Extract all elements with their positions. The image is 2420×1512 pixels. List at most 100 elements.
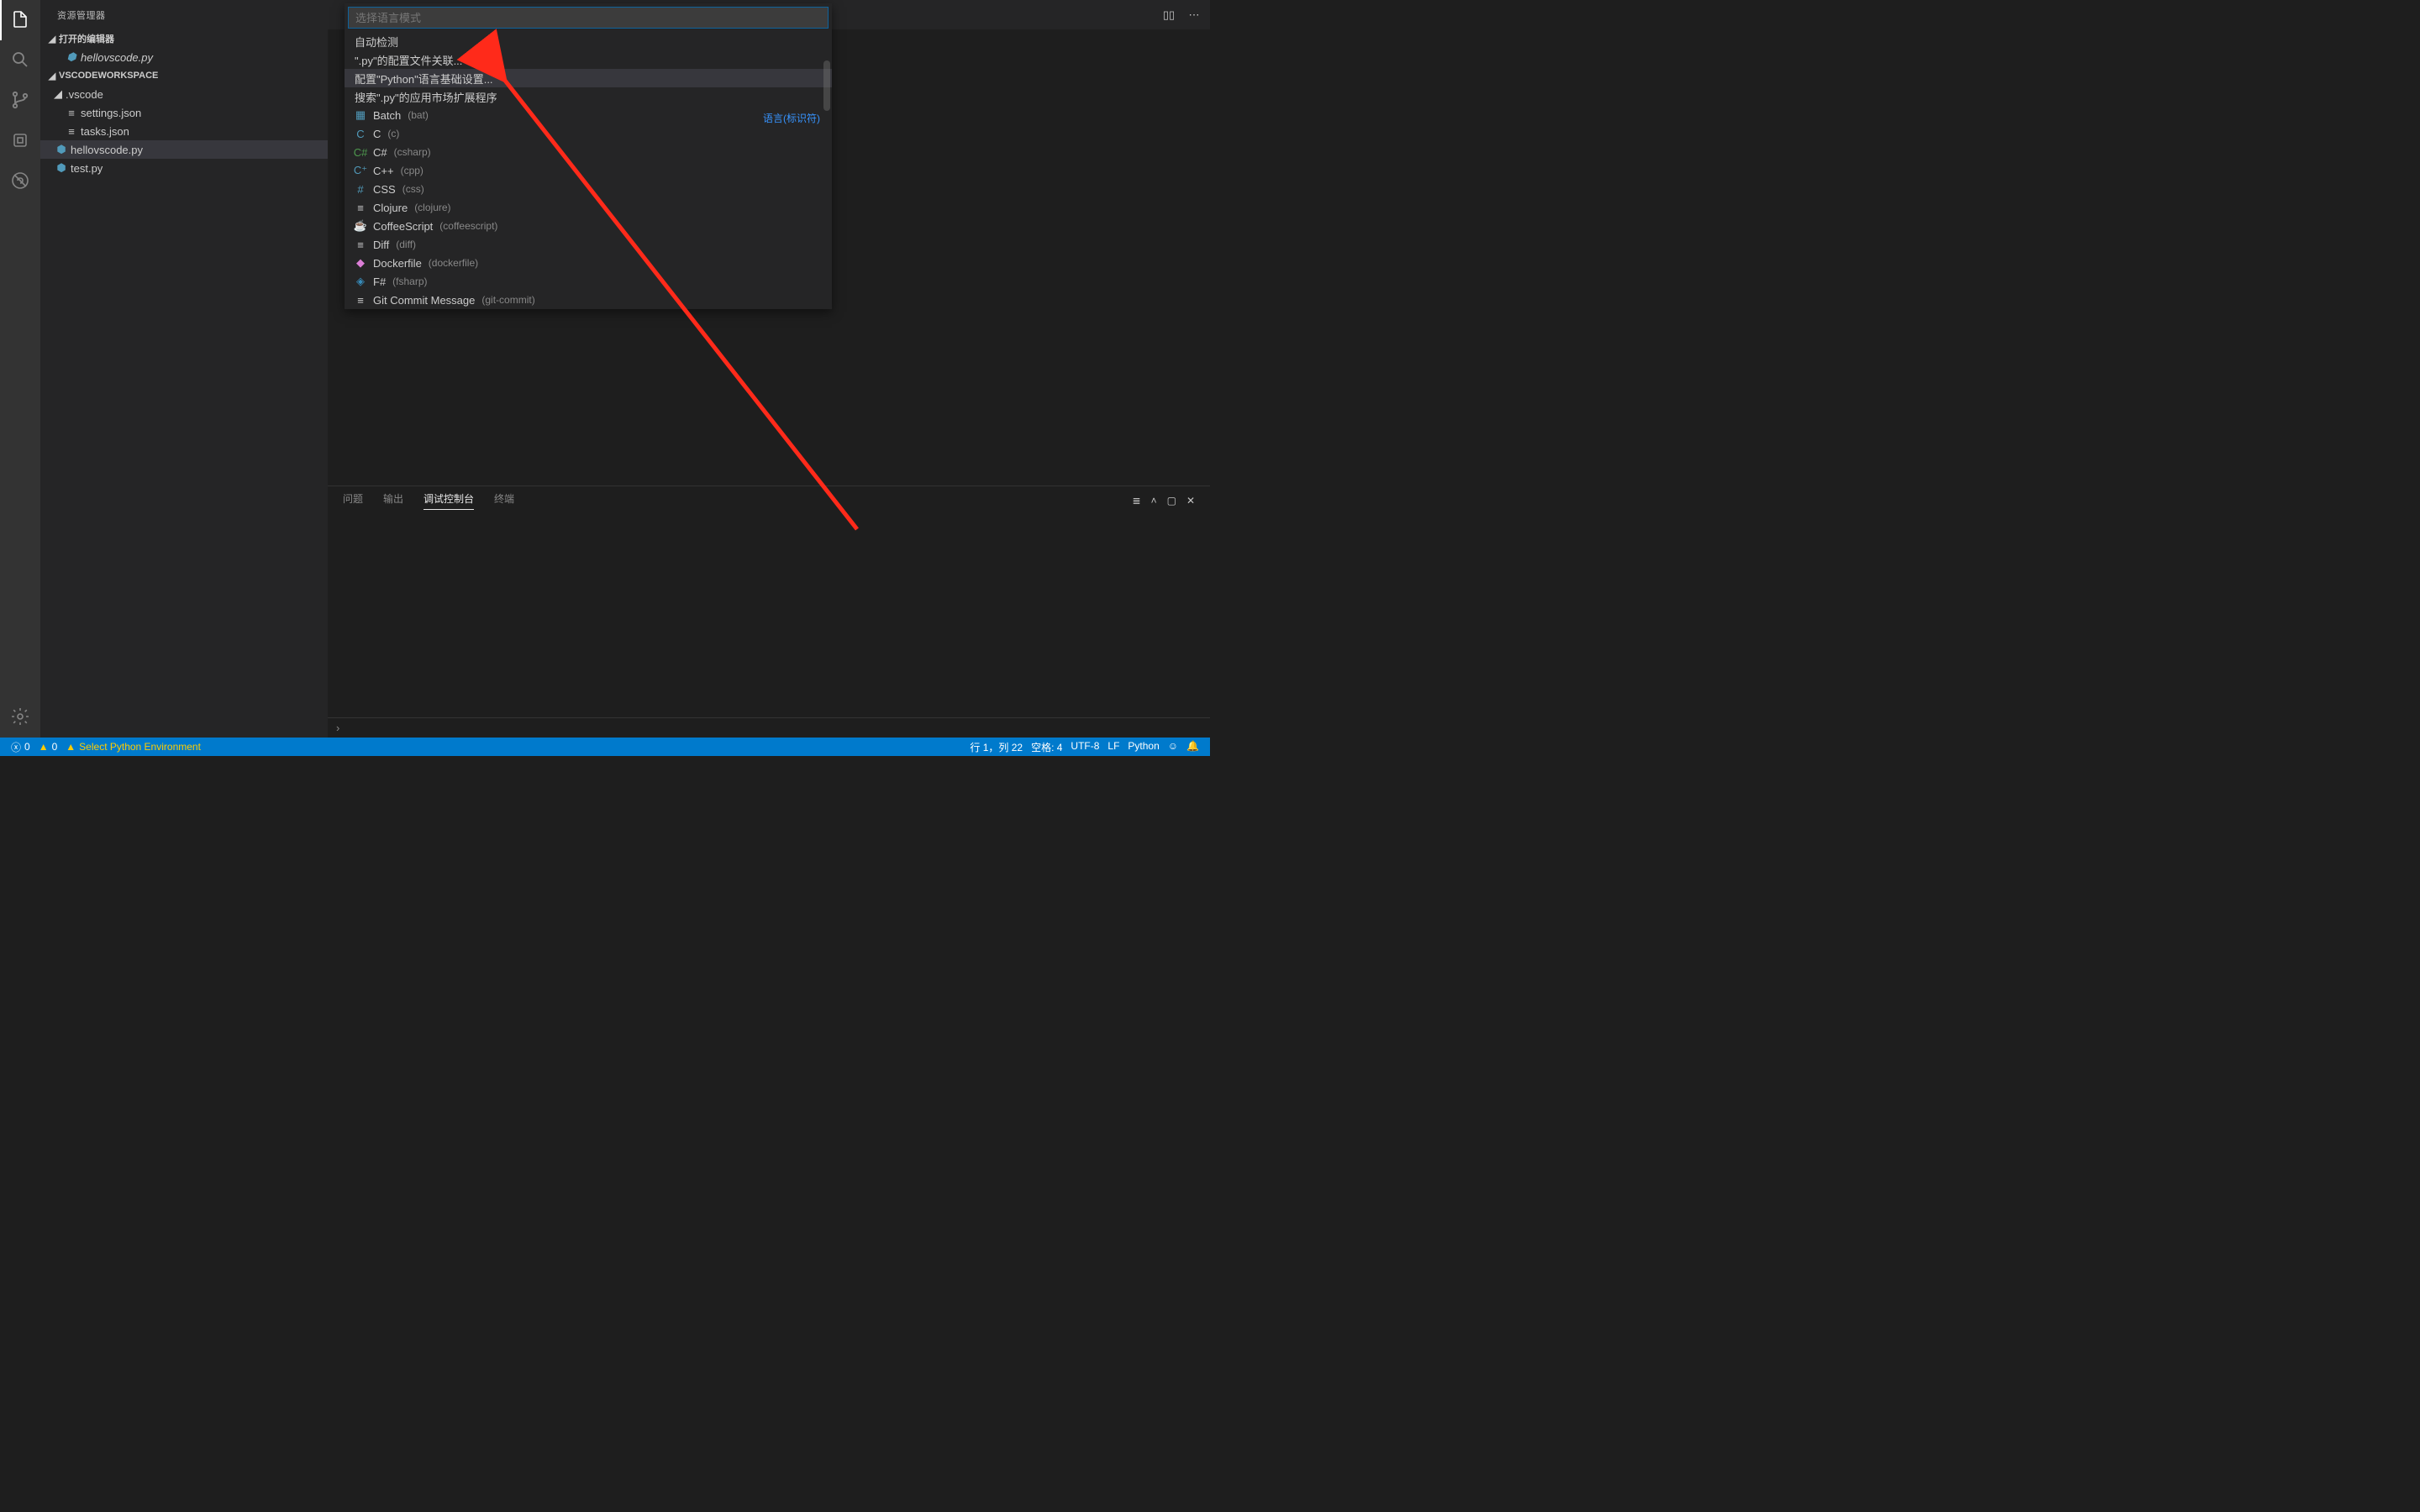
lang-name: Git Commit Message	[373, 294, 475, 307]
lang-name: C#	[373, 146, 387, 159]
lang-name: F#	[373, 276, 386, 288]
status-eol[interactable]: LF	[1103, 740, 1123, 752]
more-icon: ⋯	[1189, 8, 1200, 22]
env-label: Select Python Environment	[79, 741, 201, 753]
open-editors-label: 打开的编辑器	[59, 32, 114, 45]
lang-id: (clojure)	[414, 202, 450, 213]
status-spaces[interactable]: 空格: 4	[1027, 740, 1066, 754]
qp-lang-dockerfile[interactable]: ◆Dockerfile(dockerfile)	[345, 254, 832, 272]
file-name: test.py	[71, 162, 103, 175]
git-branch-icon	[10, 90, 30, 113]
debug-console-body[interactable]	[328, 514, 1210, 717]
tree-file-tasks[interactable]: ≡tasks.json	[40, 122, 328, 140]
tree-file-settings[interactable]: ≡settings.json	[40, 103, 328, 122]
panel-close-button[interactable]: ✕	[1186, 495, 1195, 507]
quick-pick-scrollbar[interactable]	[823, 60, 830, 111]
qp-lang-css[interactable]: #CSS(css)	[345, 180, 832, 198]
tree-file-hellovscode[interactable]: ⬢hellovscode.py	[40, 140, 328, 159]
qp-lang-bat[interactable]: ▦Batch(bat)	[345, 106, 832, 124]
lang-id: (cpp)	[401, 165, 424, 176]
json-file-icon: ≡	[64, 125, 79, 138]
chevron-up-icon: ˄	[1151, 495, 1157, 507]
workspace-header[interactable]: ◢VSCODEWORKSPACE	[40, 66, 328, 85]
qp-lang-clojure[interactable]: ≡ Clojure (clojure)	[345, 198, 832, 217]
panel-maximize-button[interactable]: ▢	[1167, 495, 1176, 507]
file-name: hellovscode.py	[71, 144, 143, 156]
qp-lang-cpp[interactable]: C⁺C++(cpp)	[345, 161, 832, 180]
warning-icon: ▲	[39, 741, 49, 753]
lang-icon: C⁺	[355, 164, 366, 177]
lang-icon: ≡	[355, 202, 366, 214]
file-name: tasks.json	[81, 125, 129, 138]
chevron-down-icon: ◢	[47, 34, 57, 45]
status-warnings[interactable]: ▲0	[34, 738, 62, 756]
lang-icon: ☕	[355, 219, 366, 233]
lang-id: (fsharp)	[392, 276, 427, 287]
lang-icon: #	[355, 183, 366, 196]
error-count: 0	[24, 741, 30, 753]
panel-tab-problems[interactable]: 问题	[343, 491, 363, 509]
more-actions-button[interactable]: ⋯	[1185, 6, 1203, 24]
lang-icon: C#	[355, 146, 366, 159]
panel-tab-output[interactable]: 输出	[383, 491, 403, 509]
activity-search[interactable]	[0, 40, 40, 81]
activity-settings[interactable]	[0, 697, 40, 738]
status-language[interactable]: Python	[1123, 740, 1163, 752]
open-editors-header[interactable]: ◢打开的编辑器	[40, 29, 328, 48]
maximize-icon: ▢	[1167, 495, 1176, 507]
activity-explorer[interactable]	[0, 0, 40, 40]
qp-lang-csharp[interactable]: C#C#(csharp)	[345, 143, 832, 161]
lang-name: Diff	[373, 239, 389, 251]
qp-section-label: 语言(标识符)	[763, 111, 820, 125]
qp-item-file-assoc[interactable]: ".py"的配置文件关联...	[345, 50, 832, 69]
python-file-icon: ⬢	[54, 161, 69, 175]
python-file-icon: ⬢	[54, 143, 69, 156]
lang-name: CoffeeScript	[373, 220, 433, 233]
filter-icon: ≣	[1133, 495, 1141, 507]
status-python-env[interactable]: ▲Select Python Environment	[61, 738, 205, 756]
qp-lang-diff[interactable]: ≡Diff(diff)	[345, 235, 832, 254]
qp-lang-git-commit[interactable]: ≡Git Commit Message(git-commit)	[345, 291, 832, 309]
lang-id: (css)	[402, 183, 424, 195]
bell-icon: 🔔	[1186, 740, 1199, 752]
tree-folder-vscode[interactable]: ◢.vscode	[40, 85, 328, 103]
qp-lang-coffeescript[interactable]: ☕CoffeeScript(coffeescript)	[345, 217, 832, 235]
qp-lang-fsharp[interactable]: ◈F#(fsharp)	[345, 272, 832, 291]
status-errors[interactable]: ⓧ0	[7, 738, 34, 756]
lang-icon: ≡	[355, 294, 366, 307]
qp-item-search-ext[interactable]: 搜索".py"的应用市场扩展程序	[345, 87, 832, 106]
debug-icon	[10, 130, 30, 153]
split-icon: ▯▯	[1163, 8, 1175, 22]
tree-file-test[interactable]: ⬢test.py	[40, 159, 328, 177]
qp-lang-c[interactable]: CC(c)	[345, 124, 832, 143]
panel-filter-button[interactable]: ≣	[1133, 495, 1141, 507]
lang-id: (c)	[387, 128, 399, 139]
qp-item-autodetect[interactable]: 自动检测	[345, 32, 832, 50]
bug-disabled-icon	[10, 171, 30, 193]
activity-source-control[interactable]	[0, 81, 40, 121]
json-file-icon: ≡	[64, 107, 79, 119]
smiley-icon: ☺	[1168, 740, 1178, 752]
split-editor-button[interactable]: ▯▯	[1160, 6, 1178, 24]
qp-item-configure-python[interactable]: 配置"Python"语言基础设置...	[345, 69, 832, 87]
status-feedback[interactable]: ☺	[1164, 740, 1182, 752]
activity-extensions[interactable]	[0, 161, 40, 202]
open-editor-item[interactable]: ⬢ hellovscode.py	[40, 48, 328, 66]
folder-name: .vscode	[66, 88, 103, 101]
lang-name: Clojure	[373, 202, 408, 214]
panel-collapse-button[interactable]: ˄	[1151, 495, 1157, 507]
lang-name: C	[373, 128, 381, 140]
error-icon: ⓧ	[11, 740, 21, 754]
status-notifications[interactable]: 🔔	[1182, 740, 1203, 752]
debug-console-input[interactable]: ›	[328, 717, 1210, 738]
quick-pick-input[interactable]	[348, 7, 829, 29]
panel-tab-debug-console[interactable]: 调试控制台	[424, 491, 474, 510]
lang-name: Dockerfile	[373, 257, 422, 270]
quick-pick-list: 自动检测 ".py"的配置文件关联... 配置"Python"语言基础设置...…	[345, 32, 832, 309]
status-line-col[interactable]: 行 1，列 22	[965, 740, 1027, 754]
status-encoding[interactable]: UTF-8	[1066, 740, 1103, 752]
prompt-icon: ›	[336, 722, 339, 734]
close-icon: ✕	[1186, 495, 1195, 507]
panel-tab-terminal[interactable]: 终端	[494, 491, 514, 509]
activity-debug[interactable]	[0, 121, 40, 161]
